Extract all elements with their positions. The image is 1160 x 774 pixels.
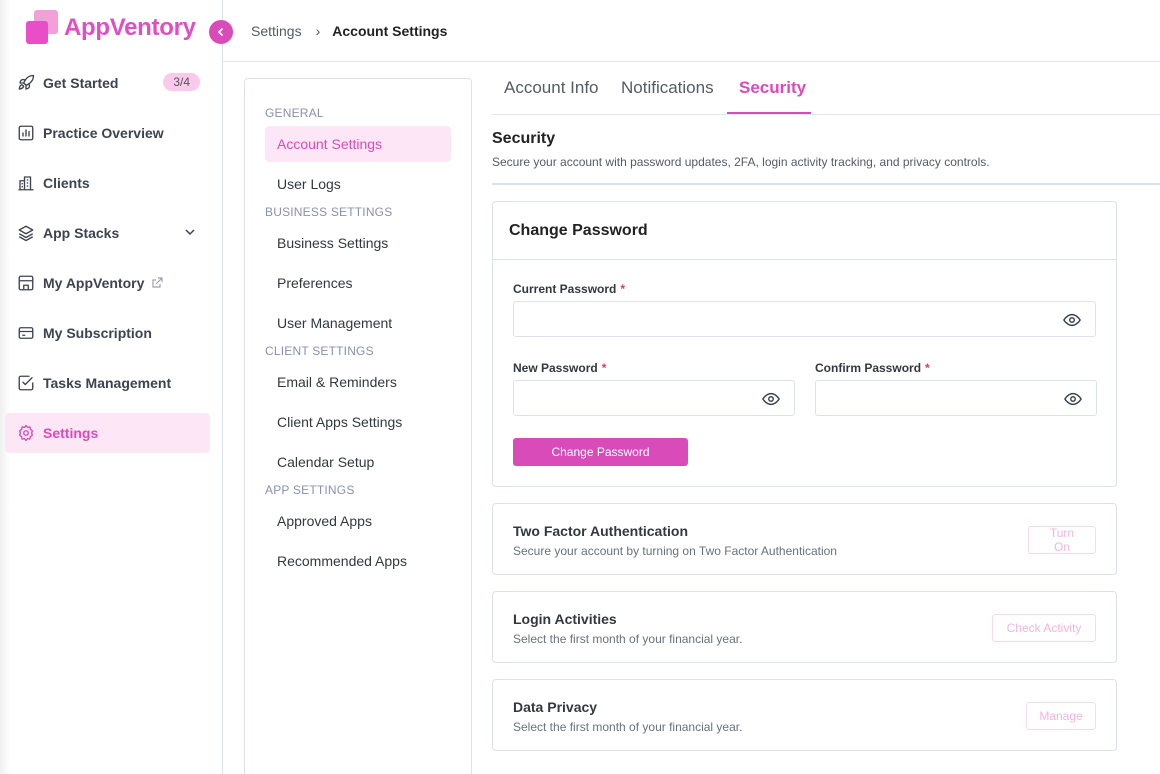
- active-tab-indicator: [727, 112, 811, 114]
- app-sidebar: AppVentory Get Started 3/4 Practice Over…: [0, 0, 223, 774]
- settings-subnav: GENERAL Account Settings User Logs BUSIN…: [244, 78, 472, 774]
- subnav-item-account-settings[interactable]: Account Settings: [265, 126, 451, 162]
- subnav-item-user-logs[interactable]: User Logs: [265, 166, 451, 202]
- nav-item-tasks-management[interactable]: Tasks Management: [5, 363, 210, 403]
- label-text: New Password: [513, 361, 598, 375]
- nav-label: Clients: [43, 175, 90, 191]
- required-mark: *: [601, 361, 607, 375]
- external-link-icon: [152, 277, 163, 288]
- card-title: Change Password: [493, 202, 1116, 260]
- subnav-item-recommended-apps[interactable]: Recommended Apps: [265, 543, 451, 579]
- subnav-item-calendar-setup[interactable]: Calendar Setup: [265, 444, 451, 480]
- settings-tabs: Account Info Notifications Security: [492, 62, 1160, 115]
- chevron-down-icon[interactable]: [184, 226, 196, 238]
- nav-label: My AppVentory: [43, 275, 145, 291]
- data-privacy-card: Data Privacy Select the first month of y…: [492, 679, 1117, 751]
- subnav-item-preferences[interactable]: Preferences: [265, 265, 451, 301]
- gear-icon: [16, 423, 36, 443]
- new-password-label: New Password *: [513, 361, 606, 375]
- breadcrumb-root[interactable]: Settings: [251, 23, 302, 39]
- nav-label: Get Started: [43, 75, 119, 91]
- change-password-button[interactable]: Change Password: [513, 438, 688, 466]
- nav-label: My Subscription: [43, 325, 152, 341]
- tab-security[interactable]: Security: [739, 78, 806, 98]
- tab-account-info[interactable]: Account Info: [504, 78, 599, 98]
- nav-item-settings[interactable]: Settings: [5, 413, 210, 453]
- current-password-input[interactable]: [514, 302, 1095, 336]
- new-password-field: [513, 380, 795, 416]
- subnav-item-email-reminders[interactable]: Email & Reminders: [265, 364, 451, 400]
- nav-item-my-subscription[interactable]: My Subscription: [5, 313, 210, 353]
- change-password-card: Change Password Current Password * New Pa…: [492, 201, 1117, 487]
- page-title: Security: [492, 130, 556, 147]
- nav-label: Practice Overview: [43, 125, 164, 141]
- login-activities-card: Login Activities Select the first month …: [492, 591, 1117, 663]
- nav-item-practice-overview[interactable]: Practice Overview: [5, 113, 210, 153]
- nav-label: Tasks Management: [43, 375, 172, 391]
- chevron-right-icon: ›: [315, 23, 321, 39]
- brand-name: AppVentory: [64, 14, 196, 41]
- current-password-label: Current Password *: [513, 282, 625, 296]
- required-mark: *: [925, 361, 930, 375]
- card-title: Two Factor Authentication: [513, 523, 688, 539]
- confirm-password-field: [815, 380, 1097, 416]
- storefront-icon: [16, 273, 36, 293]
- subnav-item-client-apps-settings[interactable]: Client Apps Settings: [265, 404, 451, 440]
- card-title: Data Privacy: [513, 699, 598, 715]
- nav-item-clients[interactable]: Clients: [5, 163, 210, 203]
- subnav-heading-business: BUSINESS SETTINGS: [265, 205, 393, 219]
- logo[interactable]: AppVentory: [26, 10, 196, 46]
- eye-icon[interactable]: [1063, 313, 1081, 327]
- label-text: Confirm Password: [815, 361, 922, 375]
- collapse-sidebar-button[interactable]: [209, 20, 233, 44]
- subnav-heading-general: GENERAL: [265, 106, 324, 120]
- credit-card-icon: [16, 323, 36, 343]
- progress-badge: 3/4: [163, 73, 200, 91]
- turn-on-2fa-button[interactable]: Turn On: [1028, 526, 1096, 554]
- current-password-field: [513, 301, 1096, 337]
- confirm-password-input[interactable]: [816, 381, 1096, 415]
- check-activity-button[interactable]: Check Activity: [992, 614, 1096, 642]
- subnav-item-approved-apps[interactable]: Approved Apps: [265, 503, 451, 539]
- nav-item-my-appventory[interactable]: My AppVentory: [5, 263, 210, 303]
- card-description: Secure your account by turning on Two Fa…: [513, 544, 837, 558]
- subnav-heading-client: CLIENT SETTINGS: [265, 344, 374, 358]
- confirm-password-label: Confirm Password *: [815, 361, 930, 375]
- card-title: Login Activities: [513, 611, 617, 627]
- eye-icon[interactable]: [1064, 392, 1082, 406]
- nav-item-app-stacks[interactable]: App Stacks: [5, 213, 210, 253]
- main-nav: Get Started 3/4 Practice Overview Client…: [5, 63, 210, 463]
- nav-label: Settings: [43, 425, 99, 441]
- subnav-item-business-settings[interactable]: Business Settings: [265, 225, 451, 261]
- label-text: Current Password: [513, 282, 617, 296]
- breadcrumb-current: Account Settings: [332, 23, 448, 39]
- nav-item-get-started[interactable]: Get Started 3/4: [5, 63, 210, 103]
- tab-notifications[interactable]: Notifications: [621, 78, 714, 98]
- rocket-icon: [16, 73, 36, 93]
- card-description: Select the first month of your financial…: [513, 720, 743, 734]
- eye-icon[interactable]: [762, 392, 780, 406]
- two-factor-card: Two Factor Authentication Secure your ac…: [492, 503, 1117, 575]
- logo-mark-icon: [26, 10, 60, 46]
- checklist-icon: [16, 373, 36, 393]
- new-password-input[interactable]: [514, 381, 794, 415]
- chevron-left-icon: [217, 27, 224, 37]
- buildings-icon: [16, 173, 36, 193]
- page-description: Secure your account with password update…: [492, 155, 990, 169]
- breadcrumb: Settings › Account Settings: [251, 23, 447, 39]
- bar-chart-icon: [16, 123, 36, 143]
- subnav-item-user-management[interactable]: User Management: [265, 305, 451, 341]
- manage-privacy-button[interactable]: Manage: [1026, 702, 1096, 730]
- card-description: Select the first month of your financial…: [513, 632, 743, 646]
- layers-icon: [16, 223, 36, 243]
- subnav-heading-app: APP SETTINGS: [265, 483, 355, 497]
- section-divider: [492, 183, 1160, 185]
- required-mark: *: [620, 282, 626, 296]
- nav-label: App Stacks: [43, 225, 120, 241]
